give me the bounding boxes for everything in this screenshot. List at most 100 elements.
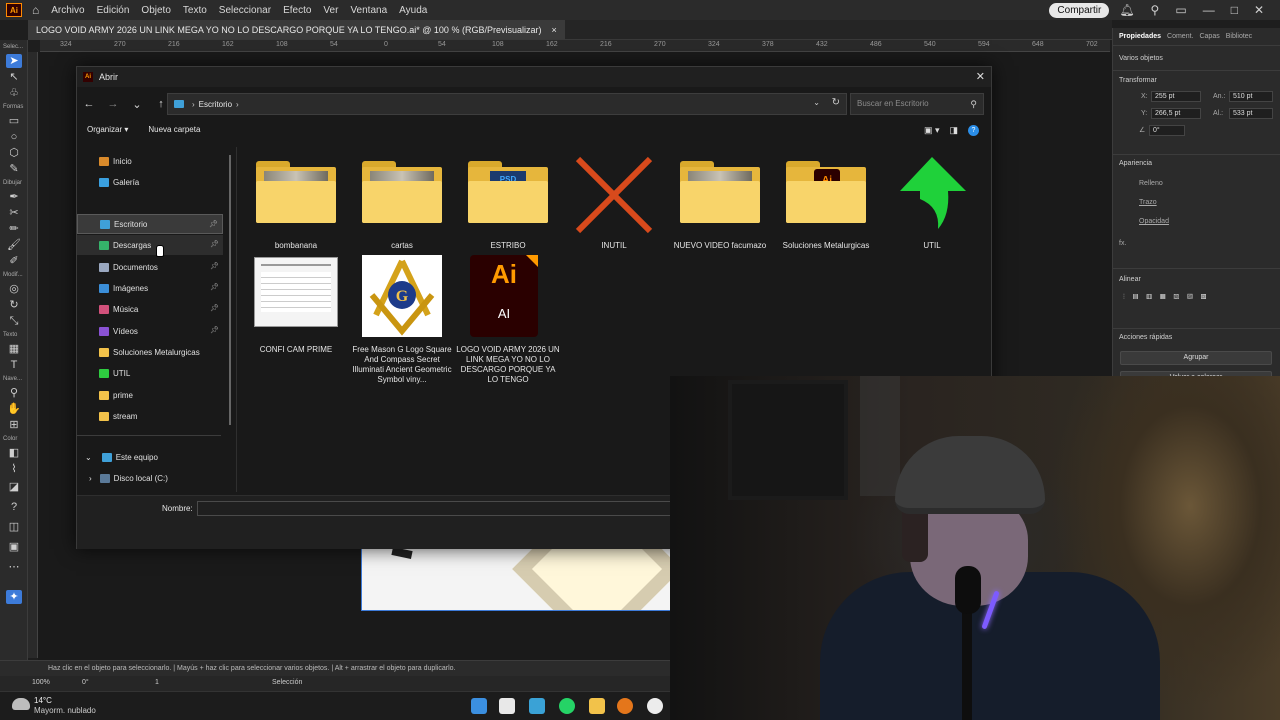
help-icon[interactable]: ? [968, 125, 979, 136]
brush-tool-icon[interactable]: 🖌︎ [6, 238, 22, 252]
sidebar-item-galería[interactable]: Galería [77, 172, 223, 192]
artboard[interactable] [361, 548, 671, 611]
polygon-tool-icon[interactable]: ⬡ [6, 146, 22, 160]
menu-objeto[interactable]: Objeto [141, 5, 170, 16]
search-icon[interactable]: ⚲ [1151, 3, 1160, 17]
height-field[interactable]: 533 pt [1229, 108, 1273, 119]
breadcrumb-chevron-icon[interactable]: › [236, 100, 239, 109]
expand-chevron-icon[interactable]: › [89, 474, 92, 483]
file-item[interactable]: UTIL [880, 153, 984, 253]
file-item[interactable]: INUTIL [562, 153, 666, 253]
menu-edicion[interactable]: Edición [97, 5, 130, 16]
bell-icon[interactable]: 🔔︎ [1119, 3, 1134, 17]
scissors-tool-icon[interactable]: ✂ [6, 206, 22, 220]
gradient-tool-icon[interactable]: ▦ [6, 342, 22, 356]
sidebar-item-stream[interactable]: stream [77, 406, 223, 426]
app-icon[interactable] [647, 698, 663, 714]
dialog-titlebar[interactable]: Ai Abrir ✕ [77, 67, 991, 87]
sidebar-item-vídeos[interactable]: Vídeos 📌︎ [77, 321, 223, 341]
hand-tool-icon[interactable]: ✋ [6, 402, 22, 416]
weather-description[interactable]: Mayorm. nublado [34, 706, 96, 715]
sidebar-item-música[interactable]: Música 📌︎ [77, 299, 223, 319]
new-folder-button[interactable]: Nueva carpeta [148, 125, 200, 139]
width-field[interactable]: 510 pt [1229, 91, 1273, 102]
menu-ayuda[interactable]: Ayuda [399, 5, 427, 16]
minimize-icon[interactable]: — [1203, 3, 1215, 17]
sidebar-item-inicio[interactable]: Inicio [77, 151, 223, 171]
menu-ventana[interactable]: Ventana [350, 5, 387, 16]
pencil-tool-icon[interactable]: ✏ [6, 222, 22, 236]
sidebar-item-escritorio[interactable]: Escritorio 📌︎ [77, 214, 223, 234]
sidebar-item-disco-local[interactable]: › Disco local (C:) [77, 468, 223, 488]
sidebar-item-documentos[interactable]: Documentos 📌︎ [77, 257, 223, 277]
menu-archivo[interactable]: Archivo [51, 5, 84, 16]
artboard-number[interactable]: 1 [155, 679, 159, 686]
address-bar[interactable]: › Escritorio › ⌄ ↻ [167, 93, 847, 115]
view-mode-icon[interactable]: ▣ ▾ [924, 125, 940, 136]
blob-brush-tool-icon[interactable]: ✐ [6, 254, 22, 268]
scale-tool-icon[interactable]: ⤡ [6, 314, 22, 328]
file-item[interactable]: G Free Mason G Logo Square And Compass Se… [350, 255, 454, 384]
search-icon[interactable]: ⚲ [970, 94, 977, 114]
fill-stroke-icon[interactable]: ◧ [6, 446, 22, 460]
close-icon[interactable]: ✕ [1254, 3, 1264, 17]
align-icons[interactable]: ⫶▤▥▦▧▨▩ [1123, 294, 1214, 302]
file-item[interactable]: bombanana [244, 153, 348, 253]
file-item[interactable]: Ai Soluciones Metalurgicas [774, 153, 878, 253]
color-mode-icon[interactable]: ◪ [6, 480, 22, 494]
zoom-tool-icon[interactable]: ⚲ [6, 386, 22, 400]
more-tools-icon[interactable]: ⋯ [6, 560, 22, 574]
recent-locations-chevron-icon[interactable]: ⌄ [131, 98, 143, 111]
share-button[interactable]: Compartir [1049, 2, 1110, 18]
search-input[interactable]: Buscar en Escritorio ⚲ [850, 93, 984, 115]
stroke-label[interactable]: Trazo [1139, 199, 1157, 206]
file-item[interactable]: PSD ESTRIBO [456, 153, 560, 253]
tab-capas[interactable]: Capas [1199, 33, 1219, 40]
menu-efecto[interactable]: Efecto [283, 5, 311, 16]
rotation-value[interactable]: 0° [82, 679, 89, 686]
tab-bibliotecas[interactable]: Bibliotec [1226, 33, 1252, 40]
app-icon[interactable] [499, 698, 515, 714]
eyedropper-tool-icon[interactable]: ⌇ [6, 462, 22, 476]
expand-chevron-icon[interactable]: ⌄ [85, 453, 92, 462]
sidebar-item-descargas[interactable]: Descargas 📌︎ [77, 235, 223, 255]
sidebar-item-util[interactable]: UTIL [77, 363, 223, 383]
screen-mode-icon[interactable]: ▣ [6, 540, 22, 554]
sidebar-item-prime[interactable]: prime [77, 385, 223, 405]
forward-arrow-icon[interactable]: → [107, 98, 119, 110]
file-item[interactable]: cartas [350, 153, 454, 253]
document-tab-close-icon[interactable]: × [551, 25, 556, 35]
sidebar-item-este-equipo[interactable]: ⌄ Este equipo [77, 447, 223, 467]
workspace-icon[interactable]: ▭ [1175, 3, 1186, 17]
file-item[interactable]: Ai AI LOGO VOID ARMY 2026 UN LINK MEGA YO … [456, 255, 560, 384]
weather-temperature[interactable]: 14°C [34, 696, 52, 705]
lasso-tool-icon[interactable]: ♧ [6, 86, 22, 100]
ellipse-tool-icon[interactable]: ○ [6, 130, 22, 144]
dialog-close-icon[interactable]: ✕ [976, 70, 985, 83]
opacity-label[interactable]: Opacidad [1139, 218, 1169, 225]
file-item[interactable]: NUEVO VIDEO facumazo [668, 153, 772, 253]
breadcrumb-escritorio[interactable]: Escritorio [199, 100, 232, 109]
whatsapp-icon[interactable] [559, 698, 575, 714]
rotate-tool-icon[interactable]: ↻ [6, 298, 22, 312]
sidebar-item-imágenes[interactable]: Imágenes 📌︎ [77, 278, 223, 298]
help-tool-icon[interactable]: ? [6, 500, 22, 514]
document-tab[interactable]: LOGO VOID ARMY 2026 UN LINK MEGA YO NO L… [28, 20, 565, 40]
magic-tool-icon[interactable]: ✦ [6, 590, 22, 604]
sidebar-item-soluciones-metalurgicas[interactable]: Soluciones Metalurgicas [77, 342, 223, 362]
zoom-level[interactable]: 100% [32, 679, 50, 686]
browser-icon[interactable] [617, 698, 633, 714]
menu-texto[interactable]: Texto [183, 5, 207, 16]
warp-tool-icon[interactable]: ◎ [6, 282, 22, 296]
organize-menu-button[interactable]: Organizar ▾ [87, 125, 128, 139]
artboard-tool-icon[interactable]: ⊞ [6, 418, 22, 432]
menu-seleccionar[interactable]: Seleccionar [219, 5, 271, 16]
start-icon[interactable] [471, 698, 487, 714]
filename-input[interactable] [197, 501, 671, 516]
fx-icon[interactable]: fx. [1119, 240, 1126, 247]
file-explorer-icon[interactable] [589, 698, 605, 714]
type-tool-icon[interactable]: T [6, 358, 22, 372]
direct-selection-tool-icon[interactable]: ↖ [6, 70, 22, 84]
app-icon[interactable] [529, 698, 545, 714]
selection-tool-icon[interactable]: ➤ [6, 54, 22, 68]
